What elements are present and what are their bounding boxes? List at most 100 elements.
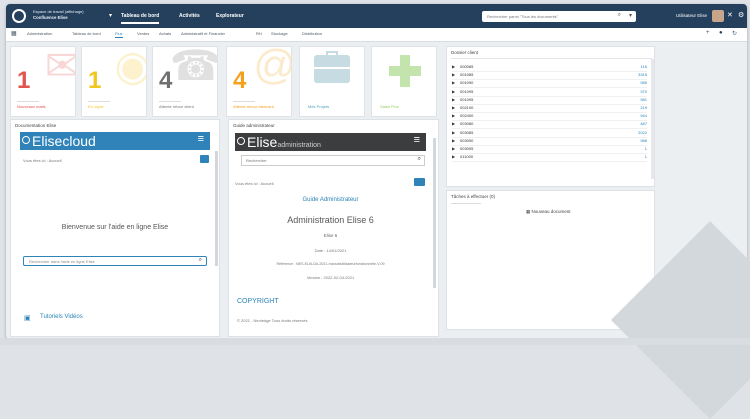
subnav-item[interactable]: Administration — [27, 31, 52, 36]
tutorial-videos-link[interactable]: Tutoriels Vidéos — [40, 314, 83, 320]
folder-count: 1 — [644, 154, 647, 160]
expand-icon[interactable]: ▶ — [452, 113, 455, 118]
folder-code: 002400 — [460, 113, 474, 119]
plus-icon[interactable]: + — [706, 30, 710, 36]
user-name[interactable]: Utilisateur Elise — [676, 13, 707, 18]
new-document-button[interactable]: ▦ Nouveau document — [526, 209, 571, 215]
search-icon[interactable]: ⌕ — [418, 156, 421, 163]
tile-count: 4 — [159, 67, 173, 94]
admin-search-input[interactable]: Rechercher ⌕ — [241, 155, 425, 166]
brand-suffix: administration — [277, 142, 321, 149]
expand-icon[interactable]: ▶ — [452, 146, 455, 151]
expand-icon[interactable]: ▶ — [452, 64, 455, 69]
tab-explorer[interactable]: Explorateur — [216, 13, 244, 19]
tile-in-copy[interactable]: ◉ 1 En copie — [81, 46, 147, 117]
gear-icon[interactable]: ⚙ — [738, 11, 744, 19]
tab-dashboard[interactable]: Tableau de bord — [121, 13, 160, 24]
expand-icon[interactable]: ▶ — [452, 121, 455, 126]
expand-icon[interactable]: ▶ — [452, 138, 455, 143]
doc-reference: Référence : NES-ELI6-DA-2021-manuelutili… — [276, 262, 385, 266]
scrollbar[interactable] — [215, 151, 218, 266]
page-title: Administration Elise 6 — [287, 215, 374, 225]
folder-count: 487 — [640, 121, 647, 127]
hamburger-menu-icon[interactable]: ≡ — [414, 134, 420, 146]
tile-count: 1 — [88, 67, 102, 94]
search-input[interactable]: Rechercher parmi "Tous les documents" — [487, 14, 558, 19]
search-icon[interactable]: ⌕ — [199, 257, 202, 264]
scrollbar[interactable] — [433, 138, 436, 288]
panel-title: Dossier client — [451, 50, 479, 55]
avatar[interactable] — [712, 10, 724, 22]
tile-count: 4 — [233, 67, 247, 94]
tree-row[interactable]: ▶ 011000 1 — [452, 153, 647, 163]
tab-activities[interactable]: Activités — [179, 13, 200, 19]
tile-new-mails[interactable]: ✉ 1 Nouveaux mails — [10, 46, 76, 117]
document-icon: ▦ — [526, 209, 531, 214]
subnav-item[interactable]: RH — [256, 31, 262, 36]
folder-code: 003095 — [460, 146, 474, 151]
tile-my-projects[interactable]: Mes Projets — [299, 46, 365, 117]
folder-code: 003090 — [460, 137, 474, 143]
elise-admin-header: Eliseadministration ≡ — [235, 133, 426, 151]
subnav-item[interactable]: Distribution — [302, 31, 322, 36]
panel-title: Documentation Elise — [15, 123, 57, 128]
expand-icon[interactable]: ▶ — [452, 154, 455, 159]
close-icon[interactable]: ✕ — [727, 11, 733, 19]
folder-code: 003080 — [460, 121, 474, 127]
expand-icon[interactable]: ▶ — [452, 105, 455, 110]
scrollbar[interactable] — [651, 59, 654, 179]
tile-waiting-client[interactable]: ☎ 4 Attente retour client — [152, 46, 218, 117]
expand-icon[interactable]: ▶ — [452, 72, 455, 77]
workspace-selector[interactable]: Espace de travail (affichage) Confluence… — [33, 9, 84, 21]
expand-icon[interactable]: ▶ — [452, 80, 455, 85]
new-document-label: Nouveau document — [531, 209, 571, 214]
subnav-item[interactable]: Achats — [159, 31, 171, 36]
folder-count: 219 — [640, 105, 647, 110]
screen: Espace de travail (affichage) Confluence… — [6, 4, 747, 339]
tile-label: Saisir Flux — [380, 104, 399, 109]
folder-code: 001095 — [460, 96, 474, 102]
chevron-down-icon[interactable]: ▾ — [109, 12, 112, 19]
help-search-input[interactable]: Rechercher dans l'aide en ligne Elise ⌕ — [23, 256, 207, 266]
brand-text: Elise — [247, 134, 278, 150]
copyright-heading: COPYRIGHT — [237, 298, 279, 305]
home-button[interactable] — [414, 178, 425, 186]
expand-icon[interactable]: ▶ — [452, 89, 455, 94]
subnav-item[interactable]: Administratif et Financier — [181, 31, 225, 36]
folder-count: 988 — [640, 137, 647, 143]
home-button[interactable] — [200, 155, 209, 163]
global-search[interactable]: Rechercher parmi "Tous les documents" ⌕ … — [482, 11, 636, 22]
search-placeholder: Rechercher dans l'aide en ligne Elise — [29, 259, 95, 264]
tile-label: En copie — [88, 104, 104, 109]
subnav-item[interactable]: Stockage — [271, 31, 288, 36]
refresh-icon[interactable]: ↻ — [732, 30, 737, 37]
expand-icon[interactable]: ▶ — [452, 97, 455, 102]
elise-logo-icon — [22, 136, 30, 144]
folder-count: 985 — [640, 80, 647, 86]
hamburger-menu-icon[interactable]: ≡ — [198, 133, 204, 145]
breadcrumb: Vous êtes ici : Accueil — [235, 181, 274, 186]
brand-text: Elise — [32, 133, 63, 149]
folder-code: 003085 — [460, 129, 474, 135]
welcome-text: Bienvenue sur l'aide en ligne Elise — [61, 224, 169, 231]
subnav-item[interactable]: Ventes — [137, 31, 149, 36]
expand-icon[interactable]: ▶ — [452, 130, 455, 135]
tile-label: Mes Projets — [308, 104, 330, 109]
guide-link[interactable]: Guide Administrateur — [235, 197, 426, 203]
folder-count: 116 — [640, 64, 647, 69]
tile-add-flow[interactable]: Saisir Flux — [371, 46, 437, 117]
plus-icon — [389, 55, 421, 87]
brand-name: Eliseadministration — [247, 134, 321, 154]
subnav-item[interactable]: Tableau de bord — [72, 31, 101, 36]
elise-logo-icon[interactable] — [12, 9, 26, 23]
grid-icon[interactable]: ▦ — [11, 30, 17, 37]
search-scope-dropdown-icon[interactable]: ▾ — [629, 12, 632, 19]
tile-waiting-maker[interactable]: @ 4 Attente retour fabricant — [226, 46, 292, 117]
search-icon[interactable]: ⌕ — [618, 12, 621, 19]
panel-title: Guide administrateur — [233, 123, 275, 128]
subnav-item-active[interactable]: Flux — [115, 31, 123, 38]
tile-label: Attente retour fabricant — [233, 104, 274, 109]
info-icon[interactable]: ● — [719, 30, 723, 36]
doc-date: Date : 14/01/2021 — [314, 248, 347, 253]
briefcase-icon — [314, 51, 350, 83]
